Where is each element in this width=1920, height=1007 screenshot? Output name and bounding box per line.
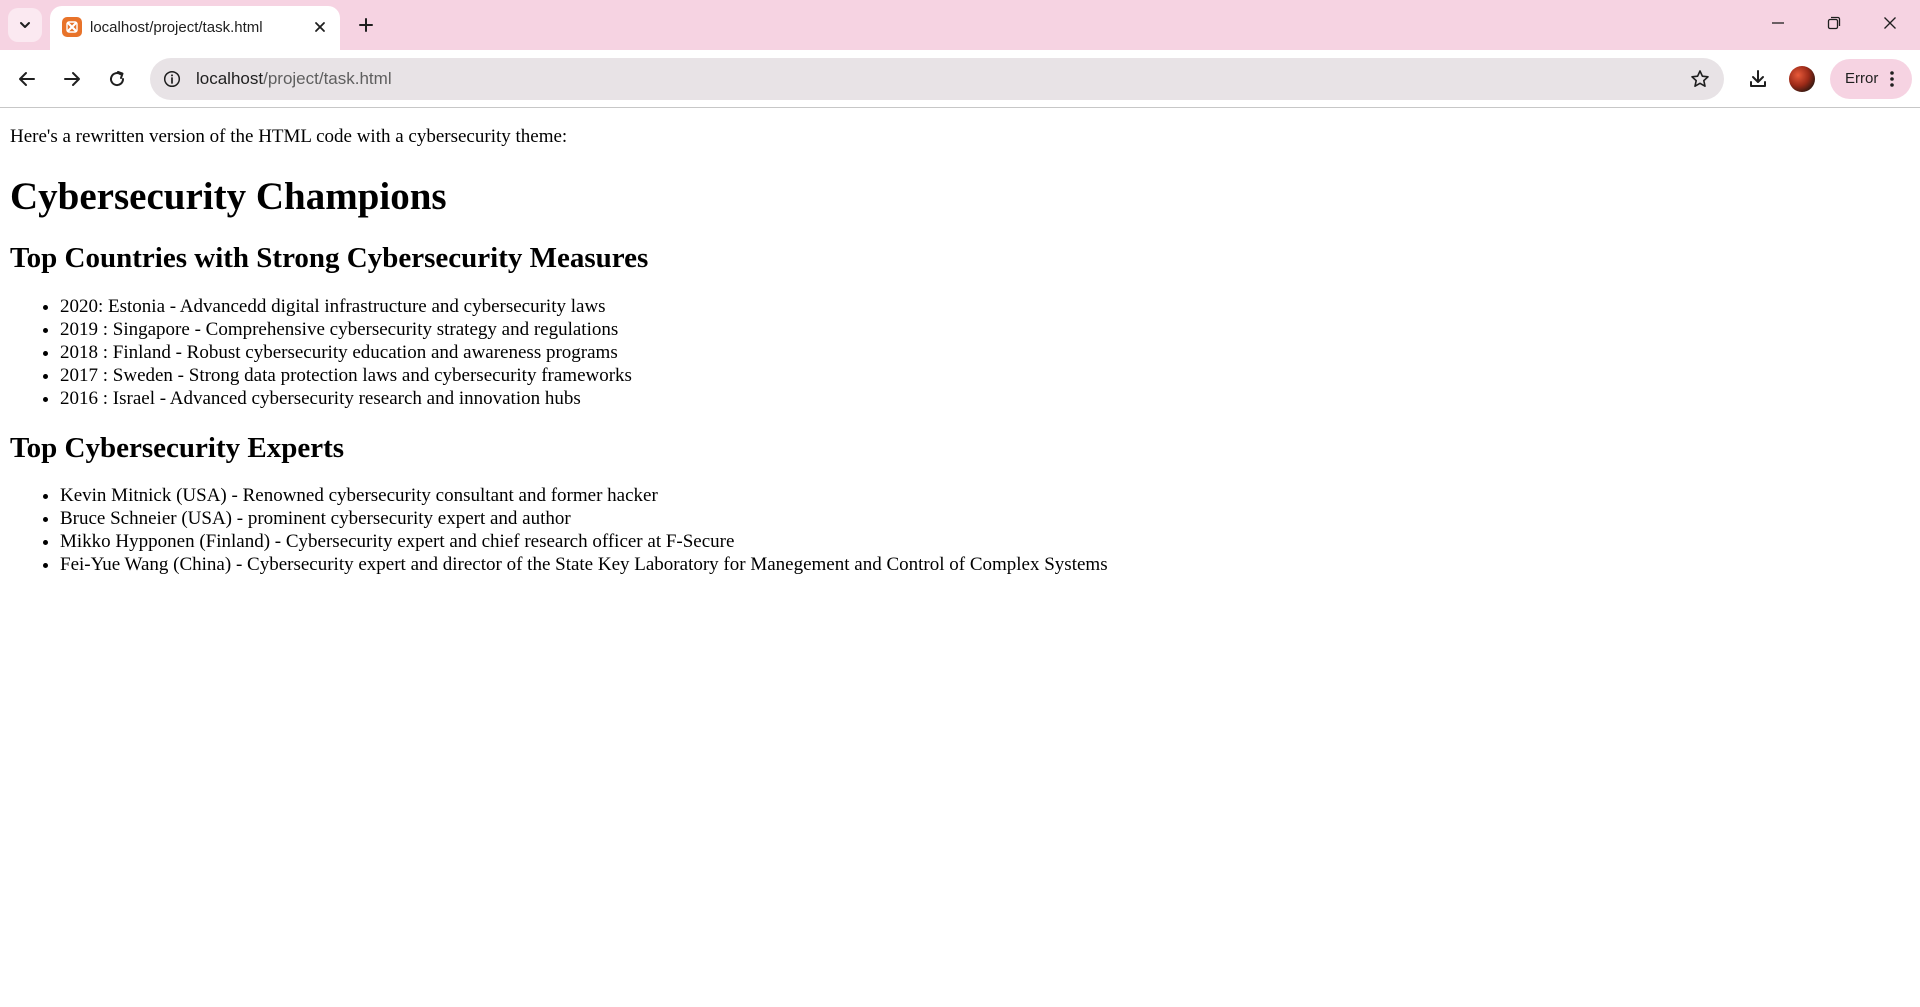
list-item: Mikko Hypponen (Finland) - Cybersecurity… [60, 530, 1910, 553]
reload-button[interactable] [99, 61, 135, 97]
download-icon [1750, 70, 1766, 87]
countries-heading: Top Countries with Strong Cybersecurity … [10, 242, 649, 274]
new-tab-button[interactable] [351, 10, 381, 40]
tab-search-button[interactable] [8, 8, 42, 42]
active-tab[interactable]: localhost/project/task.html [50, 6, 340, 50]
tab-close-button[interactable] [310, 17, 330, 37]
list-item: Bruce Schneier (USA) - prominent cyberse… [60, 507, 1910, 530]
profile-avatar[interactable] [1789, 66, 1815, 92]
error-label: Error [1845, 70, 1879, 87]
back-button[interactable] [9, 61, 45, 97]
countries-list: 2020: Estonia - Advancedd digital infras… [10, 295, 1910, 410]
minimize-button[interactable] [1750, 0, 1806, 46]
error-menu-chip[interactable]: Error [1830, 59, 1912, 99]
experts-heading: Top Cybersecurity Experts [10, 432, 345, 464]
downloads-button[interactable] [1740, 61, 1776, 97]
bookmark-star-icon[interactable] [1688, 67, 1712, 91]
more-vert-icon [1882, 69, 1902, 89]
restore-icon [1827, 16, 1841, 30]
reload-icon [110, 71, 125, 87]
close-icon [315, 22, 325, 32]
list-item: 2020: Estonia - Advancedd digital infras… [60, 295, 1910, 318]
arrow-left-icon [19, 72, 35, 86]
tab-title: localhost/project/task.html [90, 19, 263, 36]
experts-list: Kevin Mitnick (USA) - Renowned cybersecu… [10, 484, 1910, 576]
chevron-down-icon [20, 22, 30, 28]
forward-button[interactable] [54, 61, 90, 97]
list-item: 2019 : Singapore - Comprehensive cyberse… [60, 318, 1910, 341]
url-path: /project/task.html [263, 69, 392, 88]
close-window-button[interactable] [1862, 0, 1918, 46]
xampp-favicon-icon [62, 17, 82, 37]
restore-button[interactable] [1806, 0, 1862, 46]
close-window-icon [1884, 17, 1896, 29]
browser-toolbar: localhost/project/task.html Error [0, 50, 1920, 108]
page-content: Here's a rewritten version of the HTML c… [0, 109, 1920, 1007]
site-info-icon[interactable] [160, 67, 184, 91]
list-item: 2018 : Finland - Robust cybersecurity ed… [60, 341, 1910, 364]
list-item: Kevin Mitnick (USA) - Renowned cybersecu… [60, 484, 1910, 507]
url-text[interactable]: localhost/project/task.html [196, 69, 392, 89]
arrow-right-icon [64, 72, 80, 86]
intro-text: Here's a rewritten version of the HTML c… [10, 126, 568, 147]
plus-icon [359, 18, 373, 32]
minimize-icon [1772, 22, 1784, 24]
list-item: 2017 : Sweden - Strong data protection l… [60, 364, 1910, 387]
list-item: 2016 : Israel - Advanced cybersecurity r… [60, 387, 1910, 410]
address-bar[interactable]: localhost/project/task.html [150, 58, 1724, 100]
tab-strip: localhost/project/task.html [0, 0, 1920, 50]
page-title: Cybersecurity Champions [10, 175, 447, 218]
list-item: Fei-Yue Wang (China) - Cybersecurity exp… [60, 553, 1910, 576]
url-host: localhost [196, 69, 264, 88]
